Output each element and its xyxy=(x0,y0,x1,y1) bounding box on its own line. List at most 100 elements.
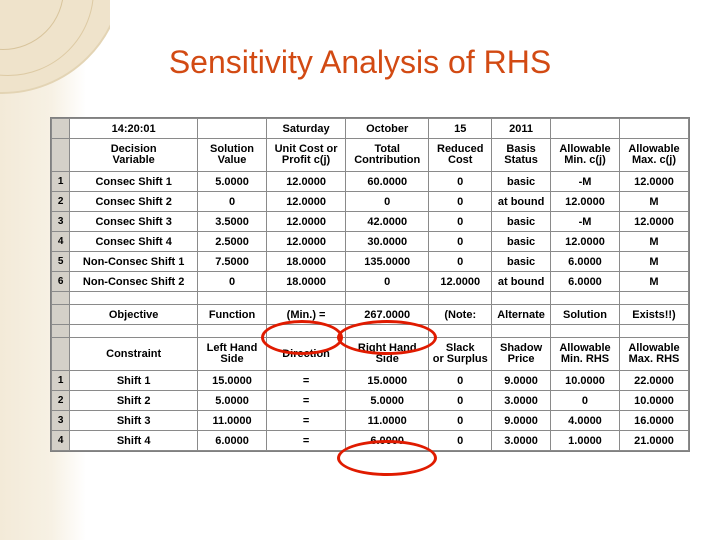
variable-reduced-cost: 0 xyxy=(428,231,493,252)
variable-basis-status: basic xyxy=(491,171,551,192)
variable-unit-cost: 12.0000 xyxy=(266,191,347,212)
spacer-cell xyxy=(345,291,430,305)
constraint-shadow-price: 3.0000 xyxy=(491,390,551,411)
variable-header-6: Allowable Min. c(j) xyxy=(550,138,620,172)
table-row: 3 Consec Shift 3 3.5000 12.0000 42.0000 … xyxy=(50,211,690,232)
corner-cell xyxy=(50,118,71,139)
spacer-cell xyxy=(550,291,620,305)
info-row: 14:20:01 Saturday October 15 2011 xyxy=(50,118,690,139)
row-number: 5 xyxy=(50,251,71,272)
spacer-cell xyxy=(266,324,347,338)
spacer-cell xyxy=(69,324,199,338)
info-blank-3 xyxy=(618,118,690,139)
objective-note: (Note: xyxy=(428,304,493,325)
variable-allowable-min: -M xyxy=(550,211,620,232)
variable-name: Consec Shift 1 xyxy=(69,171,199,192)
constraint-shadow-price: 9.0000 xyxy=(491,410,551,431)
row-number: 3 xyxy=(50,211,71,232)
variable-solution-value: 0 xyxy=(197,191,268,212)
row-number: 1 xyxy=(50,370,71,391)
constraint-name: Shift 2 xyxy=(69,390,199,411)
constraint-slack: 0 xyxy=(428,410,493,431)
info-time: 14:20:01 xyxy=(69,118,199,139)
variable-header-5: Basis Status xyxy=(491,138,551,172)
constraint-name: Shift 3 xyxy=(69,410,199,431)
table-row: 4 Consec Shift 4 2.5000 12.0000 30.0000 … xyxy=(50,231,690,252)
variable-name: Consec Shift 2 xyxy=(69,191,199,212)
info-year: 2011 xyxy=(491,118,551,139)
variable-header-7: Allowable Max. c(j) xyxy=(618,138,690,172)
constraint-lhs: 5.0000 xyxy=(197,390,268,411)
variable-allowable-max: M xyxy=(618,251,690,272)
objective-alternate: Alternate xyxy=(491,304,551,325)
variable-header-row: Decision Variable Solution Value Unit Co… xyxy=(50,138,690,172)
variable-allowable-min: 12.0000 xyxy=(550,231,620,252)
constraint-rhs: 5.0000 xyxy=(345,390,430,411)
variable-reduced-cost: 0 xyxy=(428,211,493,232)
constraint-allowable-min-rhs: 4.0000 xyxy=(550,410,620,431)
constraint-allowable-max-rhs: 10.0000 xyxy=(618,390,690,411)
spacer-cell xyxy=(428,324,493,338)
spacer-row-1 xyxy=(50,291,690,305)
spacer-row-2 xyxy=(50,324,690,338)
variable-total-contribution: 42.0000 xyxy=(345,211,430,232)
constraint-header-0: Constraint xyxy=(69,337,199,371)
constraint-header-row: Constraint Left Hand Side Direction Righ… xyxy=(50,337,690,371)
constraint-header-6: Allowable Min. RHS xyxy=(550,337,620,371)
constraint-slack: 0 xyxy=(428,390,493,411)
constraint-allowable-min-rhs: 1.0000 xyxy=(550,430,620,451)
variable-header-3: Total Contribution xyxy=(345,138,430,172)
table-row: 3 Shift 3 11.0000 = 11.0000 0 9.0000 4.0… xyxy=(50,410,690,431)
spacer-cell xyxy=(197,291,268,305)
row-number: 3 xyxy=(50,410,71,431)
variable-allowable-max: M xyxy=(618,231,690,252)
objective-direction: (Min.) = xyxy=(266,304,347,325)
variable-unit-cost: 18.0000 xyxy=(266,251,347,272)
row-number: 4 xyxy=(50,430,71,451)
variable-header-0: Decision Variable xyxy=(69,138,199,172)
variable-total-contribution: 30.0000 xyxy=(345,231,430,252)
variable-name: Non-Consec Shift 1 xyxy=(69,251,199,272)
variable-unit-cost: 18.0000 xyxy=(266,271,347,292)
constraint-header-rownum xyxy=(50,337,71,371)
variable-unit-cost: 12.0000 xyxy=(266,211,347,232)
variable-total-contribution: 60.0000 xyxy=(345,171,430,192)
spacer-rownum-2 xyxy=(50,324,71,338)
constraint-direction: = xyxy=(266,430,347,451)
variable-unit-cost: 12.0000 xyxy=(266,171,347,192)
spreadsheet-panel: 14:20:01 Saturday October 15 2011 Decisi… xyxy=(50,117,690,452)
variable-header-4: Reduced Cost xyxy=(428,138,493,172)
constraint-shadow-price: 9.0000 xyxy=(491,370,551,391)
constraint-allowable-max-rhs: 22.0000 xyxy=(618,370,690,391)
constraint-header-6-line2: Min. RHS xyxy=(560,353,610,365)
row-number: 1 xyxy=(50,171,71,192)
variable-header-5-line2: Status xyxy=(504,154,538,166)
variable-allowable-max: 12.0000 xyxy=(618,211,690,232)
constraint-lhs: 15.0000 xyxy=(197,370,268,391)
variable-header-7-line2: Max. c(j) xyxy=(631,154,676,166)
info-date: 15 xyxy=(428,118,493,139)
constraint-allowable-min-rhs: 0 xyxy=(550,390,620,411)
constraint-direction: = xyxy=(266,370,347,391)
info-month: October xyxy=(345,118,430,139)
variable-allowable-min: 6.0000 xyxy=(550,251,620,272)
constraint-rhs: 11.0000 xyxy=(345,410,430,431)
page-title: Sensitivity Analysis of RHS xyxy=(168,44,552,80)
row-number: 2 xyxy=(50,390,71,411)
variable-total-contribution: 135.0000 xyxy=(345,251,430,272)
constraint-header-2: Direction xyxy=(266,337,347,371)
variable-basis-status: basic xyxy=(491,211,551,232)
constraint-header-3-line2: Side xyxy=(375,353,399,365)
variable-allowable-max: M xyxy=(618,191,690,212)
objective-function: Function xyxy=(197,304,268,325)
variable-solution-value: 3.5000 xyxy=(197,211,268,232)
row-number: 6 xyxy=(50,271,71,292)
table-row: 1 Consec Shift 1 5.0000 12.0000 60.0000 … xyxy=(50,171,690,192)
spacer-cell xyxy=(618,291,690,305)
variable-header-rownum xyxy=(50,138,71,172)
variable-basis-status: at bound xyxy=(491,271,551,292)
spacer-cell xyxy=(618,324,690,338)
constraint-slack: 0 xyxy=(428,430,493,451)
constraint-lhs: 6.0000 xyxy=(197,430,268,451)
spacer-cell xyxy=(197,324,268,338)
